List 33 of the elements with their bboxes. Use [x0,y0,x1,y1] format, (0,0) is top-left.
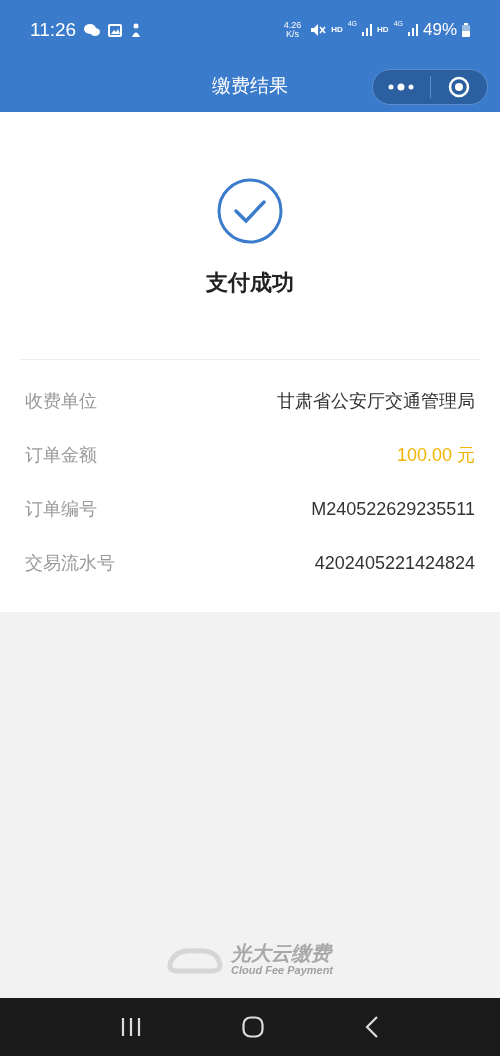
battery-percent: 49% [422,19,457,42]
back-button[interactable] [365,1016,380,1038]
detail-value: 100.00 元 [396,443,475,467]
detail-label: 订单金额 [25,443,97,467]
page-title: 缴费结果 [212,73,288,98]
signal-icon [362,24,373,36]
figure-icon [130,22,143,38]
home-icon [242,1016,264,1038]
target-icon [447,76,470,98]
hd-label: HD [377,24,389,36]
recent-apps-button[interactable] [120,1018,141,1036]
chat-icon [84,23,101,37]
detail-label: 交易流水号 [25,551,115,575]
check-circle-icon [217,178,283,244]
detail-label: 收费单位 [25,389,97,413]
network-speed: 4.26 K/s [283,21,302,39]
back-icon [365,1016,380,1038]
hd-label: HD [331,24,343,36]
success-message: 支付成功 [206,269,294,297]
home-button[interactable] [242,1016,264,1038]
mute-icon [310,23,327,37]
image-icon [108,23,123,37]
brand-name: 光大云缴费 [230,943,334,963]
more-icon [388,83,415,91]
signal-icon [407,24,418,36]
detail-value: M240522629235511 [311,497,475,521]
recent-apps-icon [120,1018,141,1036]
detail-value: 4202405221424824 [314,551,475,575]
status-time: 11:26 [30,17,77,42]
brand-subtitle: Cloud Fee Payment [230,965,334,976]
detail-value: 甘肃省公安厅交通管理局 [277,389,475,413]
battery-icon [462,23,470,37]
detail-label: 订单编号 [25,497,97,521]
